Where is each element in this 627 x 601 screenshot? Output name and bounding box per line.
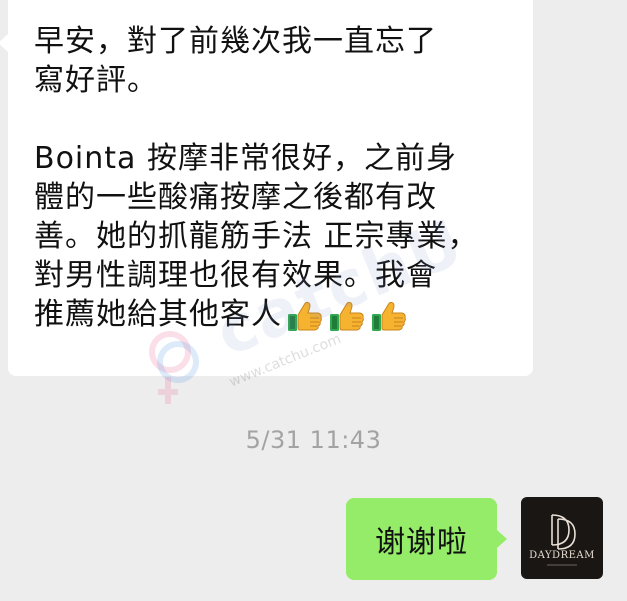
message-line-8: 推薦她給其他客人	[34, 297, 282, 332]
outgoing-message-bubble[interactable]: 谢谢啦	[346, 498, 507, 580]
message-line-2: 寫好評。	[34, 63, 158, 98]
avatar[interactable]: DAYDREAM	[521, 497, 603, 579]
incoming-message-bubble[interactable]: 早安，對了前幾次我一直忘了 寫好評。 Bointa 按摩非常很好，之前身 體的一…	[0, 0, 533, 376]
message-line-1: 早安，對了前幾次我一直忘了	[34, 24, 437, 59]
bubble-tail	[497, 530, 507, 548]
emoji-row	[286, 297, 408, 335]
thumbs-up-icon	[288, 301, 322, 331]
message-line-5: 體的一些酸痛按摩之後都有改	[34, 180, 437, 215]
outgoing-message-text: 谢谢啦	[375, 525, 468, 560]
bubble-tail	[0, 34, 8, 52]
message-line-8-container: 推薦她給其他客人	[34, 295, 515, 335]
message-line-7: 對男性調理也很有效果。我會	[34, 258, 437, 293]
message-line-6: 善。她的抓龍筋手法 正宗專業，	[34, 219, 479, 254]
thumbs-up-icon	[330, 301, 364, 331]
message-line-4: Bointa 按摩非常很好，之前身	[34, 141, 457, 176]
avatar-brand-text: DAYDREAM	[529, 550, 595, 561]
message-timestamp: 5/31 11:43	[245, 426, 382, 454]
thumbs-up-icon	[372, 301, 406, 331]
daydream-monogram-icon	[547, 514, 577, 566]
